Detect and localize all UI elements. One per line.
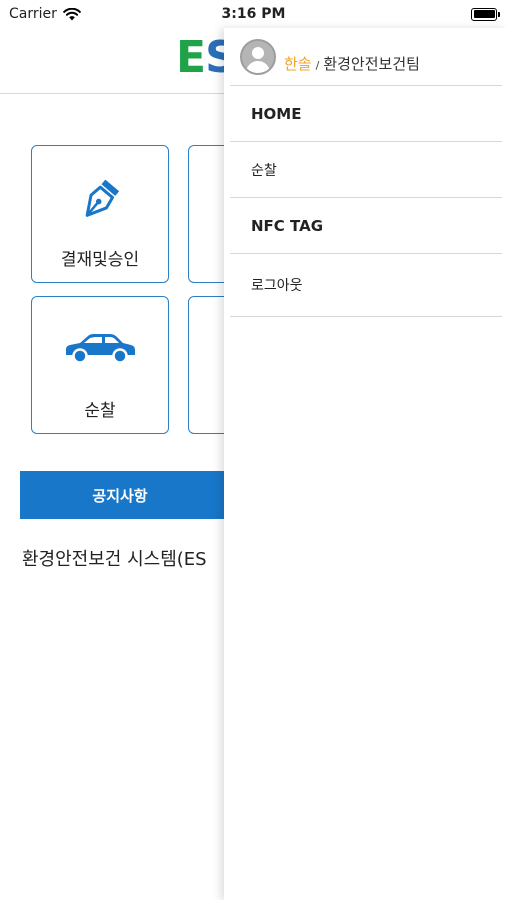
user-info: 한솔 / 환경안전보건팀: [284, 53, 420, 74]
tile-patrol[interactable]: 순찰: [31, 296, 169, 434]
menu-item-nfc-tag[interactable]: NFC TAG: [230, 198, 502, 254]
status-bar: Carrier 3:16 PM: [0, 0, 507, 28]
user-team: 환경안전보건팀: [323, 55, 420, 73]
tile-label: 순찰: [84, 401, 116, 421]
system-description: 환경안전보건 시스템(ES: [22, 549, 207, 570]
menu-item-home[interactable]: HOME: [230, 86, 502, 142]
car-icon: [32, 333, 168, 365]
side-drawer: 한솔 / 환경안전보건팀 HOME 순찰 NFC TAG 로그아웃: [224, 28, 507, 900]
notice-button[interactable]: 공지사항: [20, 471, 240, 519]
menu-item-label: 로그아웃: [251, 278, 303, 294]
battery-icon: [471, 7, 500, 21]
menu-item-label: 순찰: [251, 162, 277, 179]
avatar-icon: [240, 38, 276, 75]
user-separator: /: [315, 59, 320, 72]
tile-approval[interactable]: 결재및승인: [31, 145, 169, 283]
tile-label: 결재및승인: [60, 250, 140, 270]
drawer-header: 한솔 / 환경안전보건팀: [230, 28, 502, 86]
menu-item-patrol[interactable]: 순찰: [230, 142, 502, 198]
logo-letter-e: E: [176, 32, 206, 83]
pen-nib-icon: [32, 174, 168, 226]
status-time: 3:16 PM: [221, 6, 286, 22]
menu-item-label: NFC TAG: [251, 216, 324, 235]
user-name: 한솔: [284, 55, 312, 73]
menu-item-label: HOME: [251, 104, 302, 123]
menu-item-logout[interactable]: 로그아웃: [230, 254, 502, 317]
